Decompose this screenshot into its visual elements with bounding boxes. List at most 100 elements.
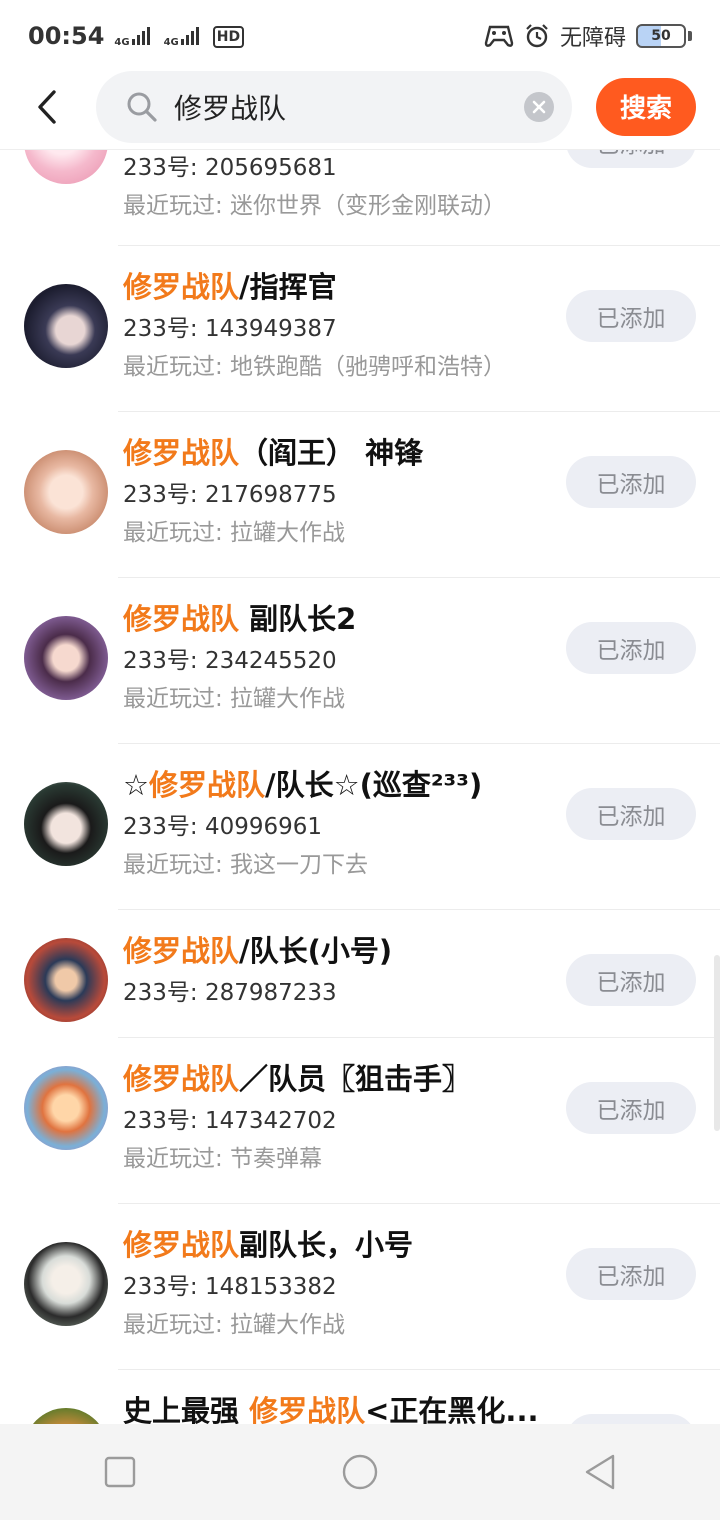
avatar[interactable] — [24, 782, 108, 866]
avatar[interactable] — [24, 284, 108, 368]
search-box[interactable] — [96, 70, 572, 143]
result-row[interactable]: 修罗战队（阎王） 神锋 233号: 217698775 最近玩过: 拉罐大作战 已添加 — [0, 412, 720, 578]
home-button[interactable] — [320, 1432, 400, 1512]
name-suffix: /指挥官 — [239, 270, 337, 304]
recently-played: 最近玩过: 拉罐大作战 — [123, 520, 346, 546]
result-text: 修罗战队（阎王） 神锋 233号: 217698775 最近玩过: 拉罐大作战 — [123, 434, 570, 548]
result-text: 史上最强 修罗战队<正在黑化... — [123, 1392, 570, 1424]
added-button[interactable]: 已添加 — [566, 622, 696, 674]
added-button[interactable]: 已添加 — [566, 456, 696, 508]
avatar[interactable] — [24, 1242, 108, 1326]
result-row[interactable]: 修罗战队 副队长2 233号: 234245520 最近玩过: 拉罐大作战 已添加 — [0, 578, 720, 744]
user-name: 修罗战队 副队长2 — [123, 600, 570, 638]
added-button[interactable]: 已添加 — [566, 290, 696, 342]
close-icon — [532, 100, 546, 113]
results-inner: 修罗战队 233号: 205695681 最近玩过: 迷你世界（变形金刚联动） 已添加… — [0, 150, 720, 1424]
user-id: 233号: 205695681 — [123, 155, 337, 181]
name-highlight: 修罗战队 — [123, 270, 240, 304]
recently-played: 最近玩过: 拉罐大作战 — [123, 686, 346, 712]
user-name: 修罗战队／队员〖狙击手〗 — [123, 1060, 570, 1098]
nav-bar — [0, 1424, 720, 1520]
avatar[interactable] — [24, 938, 108, 1022]
user-name: 修罗战队副队长，小号 — [123, 1226, 570, 1264]
search-header: 搜索 — [0, 64, 720, 150]
user-name: 修罗战队/队长(小号) — [123, 932, 570, 970]
name-highlight: 修罗战队 — [123, 934, 240, 968]
square-icon — [104, 1456, 136, 1488]
user-id: 233号: 40996961 — [123, 814, 323, 840]
avatar[interactable] — [24, 1066, 108, 1150]
name-prefix: ☆ — [123, 768, 149, 802]
recently-played: 最近玩过: 我这一刀下去 — [123, 852, 369, 878]
user-name: 修罗战队/指挥官 — [123, 268, 570, 306]
result-text: 修罗战队/队长(小号) 233号: 287987233 — [123, 932, 570, 1008]
battery-cap — [688, 31, 692, 41]
user-id: 233号: 234245520 — [123, 648, 337, 674]
clear-button[interactable] — [524, 91, 554, 122]
signal-bars-icon — [131, 25, 150, 45]
name-suffix: <正在黑化... — [365, 1394, 539, 1424]
scrollbar[interactable] — [714, 955, 720, 1131]
recently-played: 最近玩过: 拉罐大作战 — [123, 1312, 346, 1338]
added-button[interactable]: 已添加 — [566, 150, 696, 168]
battery-icon: 50 — [636, 24, 686, 48]
name-highlight: 修罗战队 — [149, 768, 266, 802]
name-suffix: /队长(小号) — [239, 934, 393, 968]
avatar[interactable] — [24, 450, 108, 534]
result-row[interactable]: 修罗战队233号: 205695681最近玩过: 迷你世界（变形金刚联动）已添加 — [0, 150, 720, 246]
result-row[interactable]: 史上最强 修罗战队<正在黑化...已添加 — [0, 1370, 720, 1424]
user-id: 233号: 148153382 — [123, 1274, 337, 1300]
avatar[interactable] — [24, 616, 108, 700]
recents-button[interactable] — [80, 1432, 160, 1512]
result-text: 修罗战队／队员〖狙击手〗 233号: 147342702 最近玩过: 节奏弹幕 — [123, 1060, 570, 1174]
gamepad-icon — [484, 25, 514, 47]
name-highlight: 修罗战队 — [249, 1394, 366, 1424]
added-button[interactable]: 已添加 — [566, 1248, 696, 1300]
status-right: 无障碍 50 — [484, 20, 692, 52]
result-text: ☆修罗战队/队长☆(巡查²³³) 233号: 40996961 最近玩过: 我这一刀… — [123, 766, 570, 880]
accessibility-label: 无障碍 — [559, 26, 626, 51]
name-suffix: （阎王） 神锋 — [239, 436, 424, 470]
name-suffix: ／队员〖狙击手〗 — [239, 1062, 472, 1096]
added-button[interactable]: 已添加 — [566, 1082, 696, 1134]
user-name: ☆修罗战队/队长☆(巡查²³³) — [123, 766, 570, 804]
added-button[interactable]: 已添加 — [566, 788, 696, 840]
avatar[interactable] — [24, 150, 108, 184]
back-button[interactable] — [0, 67, 96, 147]
result-row[interactable]: 修罗战队/指挥官 233号: 143949387 最近玩过: 地铁跑酷（驰骋呼和浩特… — [0, 246, 720, 412]
user-name: 史上最强 修罗战队<正在黑化... — [123, 1392, 570, 1424]
back-nav-button[interactable] — [560, 1432, 640, 1512]
name-prefix: 史上最强 — [123, 1394, 250, 1424]
alarm-icon — [526, 24, 548, 48]
user-id: 233号: 217698775 — [123, 482, 337, 508]
name-suffix: /队长☆(巡查²³³) — [265, 768, 483, 802]
hd-icon: HD — [212, 25, 245, 48]
added-button[interactable]: 已添加 — [566, 1414, 696, 1424]
triangle-back-icon — [585, 1454, 615, 1490]
search-input[interactable] — [174, 90, 524, 123]
user-name: 修罗战队（阎王） 神锋 — [123, 434, 570, 472]
back-arrow-icon — [38, 89, 56, 124]
results-list[interactable]: 修罗战队 233号: 205695681 最近玩过: 迷你世界（变形金刚联动） 已添加… — [0, 150, 720, 1424]
result-row[interactable]: ☆修罗战队/队长☆(巡查²³³) 233号: 40996961 最近玩过: 我这一刀… — [0, 744, 720, 910]
user-id: 233号: 147342702 — [123, 1108, 337, 1134]
signal-indicators: 4G 4G HD — [114, 25, 245, 48]
avatar[interactable] — [24, 1408, 108, 1424]
name-suffix: 副队长，小号 — [239, 1228, 414, 1262]
result-text: 修罗战队233号: 205695681最近玩过: 迷你世界（变形金刚联动） — [123, 150, 570, 221]
result-text: 修罗战队/指挥官 233号: 143949387 最近玩过: 地铁跑酷（驰骋呼和浩特… — [123, 268, 570, 382]
name-highlight: 修罗战队 — [123, 602, 240, 636]
status-bar: 00:54 4G 4G HD 无障碍 50 — [0, 0, 720, 72]
user-id: 233号: 287987233 — [123, 980, 337, 1006]
status-time: 00:54 — [28, 22, 105, 50]
signal-2: 4G — [164, 25, 199, 48]
signal-bars-icon — [180, 25, 199, 45]
result-row[interactable]: 修罗战队／队员〖狙击手〗 233号: 147342702 最近玩过: 节奏弹幕 已添加 — [0, 1038, 720, 1204]
user-id: 233号: 143949387 — [123, 316, 337, 342]
result-row[interactable]: 修罗战队/队长(小号) 233号: 287987233 已添加 — [0, 910, 720, 1038]
name-suffix: 副队长2 — [239, 602, 357, 636]
search-button[interactable]: 搜索 — [596, 77, 696, 136]
added-button[interactable]: 已添加 — [566, 954, 696, 1006]
result-text: 修罗战队副队长，小号 233号: 148153382 最近玩过: 拉罐大作战 — [123, 1226, 570, 1340]
result-row[interactable]: 修罗战队副队长，小号 233号: 148153382 最近玩过: 拉罐大作战 已添加 — [0, 1204, 720, 1370]
